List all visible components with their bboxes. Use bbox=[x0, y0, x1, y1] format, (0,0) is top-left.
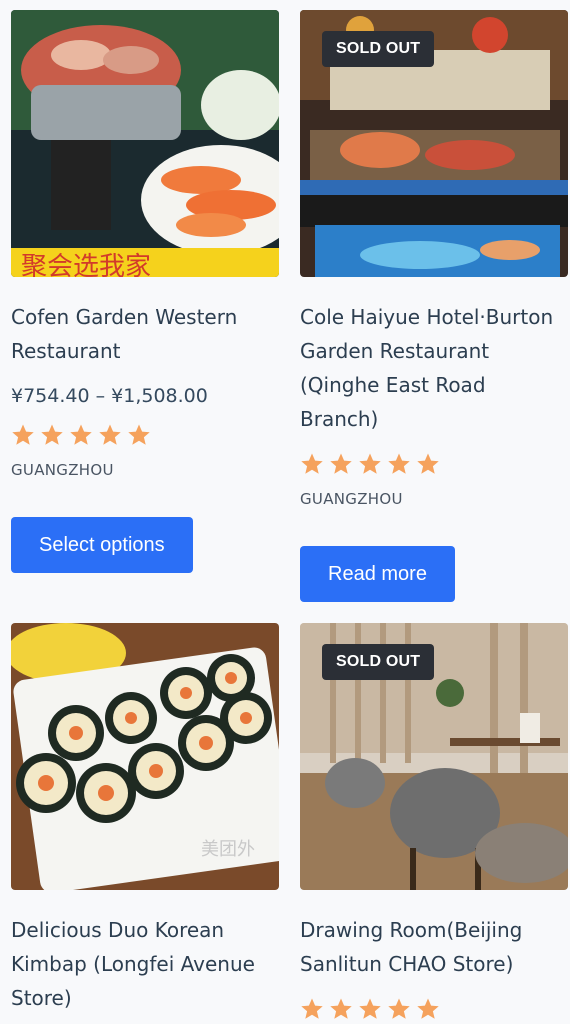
star-icon bbox=[300, 997, 324, 1021]
product-image[interactable]: SOLD OUT bbox=[300, 10, 568, 277]
star-icon bbox=[329, 452, 353, 476]
star-icon bbox=[416, 997, 440, 1021]
product-title[interactable]: Cole Haiyue Hotel·Burton Garden Restaura… bbox=[300, 300, 568, 436]
star-icon bbox=[358, 452, 382, 476]
product-image[interactable]: 美团外 bbox=[11, 623, 279, 890]
star-icon bbox=[329, 997, 353, 1021]
product-card: SOLD OUT Cole Haiyue Hotel·Burton Garden… bbox=[300, 10, 568, 602]
star-icon bbox=[416, 452, 440, 476]
star-icon bbox=[387, 452, 411, 476]
rating-stars bbox=[300, 452, 568, 476]
star-icon bbox=[98, 423, 122, 447]
product-card: 聚会选我家 Cofen Garden Western Restaurant ¥7… bbox=[11, 10, 279, 573]
rating-stars bbox=[11, 423, 279, 447]
product-city: GUANGZHOU bbox=[11, 461, 114, 479]
product-price: ¥754.40 – ¥1,508.00 bbox=[11, 385, 208, 407]
select-options-button[interactable]: Select options bbox=[11, 517, 193, 573]
star-icon bbox=[127, 423, 151, 447]
star-icon bbox=[40, 423, 64, 447]
product-card: 美团外 Delicious Duo Korean Kimbap (Longfei… bbox=[11, 623, 279, 1015]
star-icon bbox=[69, 423, 93, 447]
sold-out-badge: SOLD OUT bbox=[322, 644, 435, 680]
product-title[interactable]: Delicious Duo Korean Kimbap (Longfei Ave… bbox=[11, 913, 279, 1015]
star-icon bbox=[300, 452, 324, 476]
product-grid: 聚会选我家 Cofen Garden Western Restaurant ¥7… bbox=[0, 0, 570, 1024]
product-title[interactable]: Cofen Garden Western Restaurant bbox=[11, 300, 279, 368]
read-more-button[interactable]: Read more bbox=[300, 546, 455, 602]
product-image[interactable]: 聚会选我家 bbox=[11, 10, 279, 277]
product-title[interactable]: Drawing Room(Beijing Sanlitun CHAO Store… bbox=[300, 913, 568, 981]
star-icon bbox=[11, 423, 35, 447]
star-icon bbox=[387, 997, 411, 1021]
rating-stars bbox=[300, 997, 568, 1021]
image-watermark: 美团外 bbox=[201, 839, 255, 860]
product-image[interactable]: SOLD OUT bbox=[300, 623, 568, 890]
product-city: GUANGZHOU bbox=[300, 490, 403, 508]
sold-out-badge: SOLD OUT bbox=[322, 31, 435, 67]
image-sign-text: 聚会选我家 bbox=[21, 252, 151, 277]
product-card: SOLD OUT Drawing Room(Beijing Sanlitun C… bbox=[300, 623, 568, 1021]
star-icon bbox=[358, 997, 382, 1021]
